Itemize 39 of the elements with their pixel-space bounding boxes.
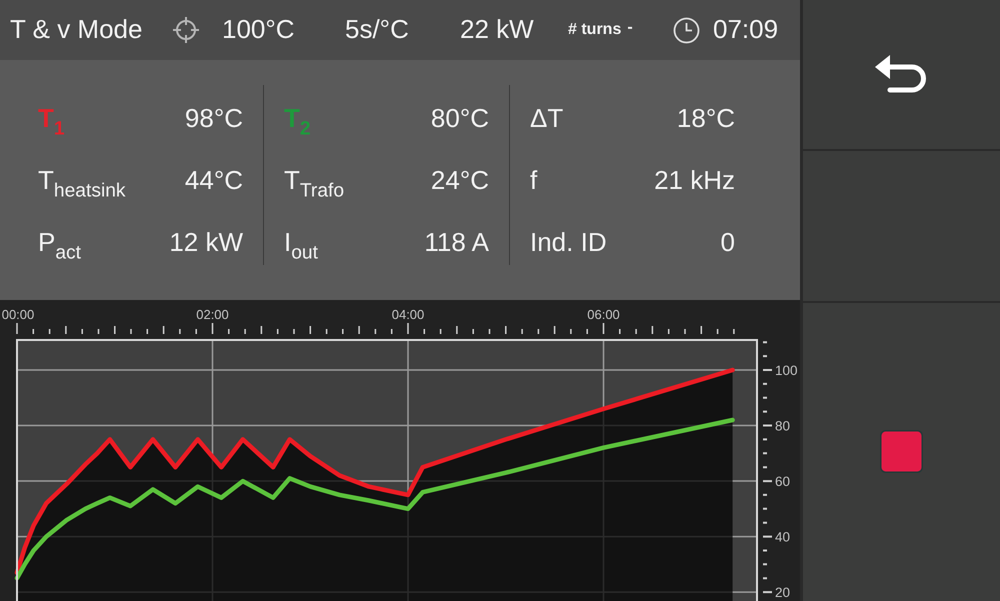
reading-label: I$_{out}$: [284, 226, 318, 258]
axis-label: 100: [775, 362, 798, 378]
turns-value: -: [627, 18, 633, 38]
clock-icon: [673, 16, 700, 44]
reading-label: ΔT: [530, 102, 564, 134]
reading-value: 12 kW: [169, 226, 243, 258]
reading-value: 98°C: [184, 102, 243, 134]
reading-label: T$_{2}$: [284, 102, 311, 134]
rate-value: 5s/°C: [345, 14, 410, 46]
reading-label: f: [530, 164, 538, 196]
axis-label: 04:00: [392, 307, 424, 322]
reading-value: 24°C: [430, 164, 489, 196]
setpoint-temperature: 100°C: [222, 14, 296, 46]
back-button[interactable]: [803, 0, 1000, 150]
reading-value: 18°C: [676, 102, 735, 134]
reading-value: 44°C: [184, 164, 243, 196]
elapsed-time: 07:09: [713, 14, 778, 46]
power-value: 22 kW: [460, 14, 535, 46]
axis-label: 80: [775, 418, 790, 434]
axis-label: 00:00: [2, 307, 34, 322]
axis-label: 02:00: [196, 307, 229, 322]
reading-label: T$_{Trafo}$: [284, 164, 344, 196]
mode-title: T & v Mode: [10, 14, 144, 46]
axis-label: 60: [775, 474, 790, 490]
axis-label: 40: [775, 530, 790, 545]
reading-label: T$_{1}$: [38, 102, 65, 134]
turns-label: # turns: [568, 20, 622, 40]
reading-value: 0: [720, 226, 735, 258]
reading-label: Ind. ID: [530, 226, 607, 258]
reading-label: T$_{heatsink}$: [38, 164, 126, 196]
axis-label: 20: [775, 585, 790, 600]
reading-value: 21 kHz: [654, 164, 735, 196]
crosshair-icon: [172, 16, 200, 44]
reading-value: 118 A: [424, 226, 489, 258]
reading-value: 80°C: [430, 102, 489, 134]
axis-label: 06:00: [587, 307, 620, 322]
stop-icon: [880, 430, 923, 474]
reading-label: P$_{act}$: [38, 226, 82, 258]
stop-button[interactable]: [803, 302, 1000, 601]
